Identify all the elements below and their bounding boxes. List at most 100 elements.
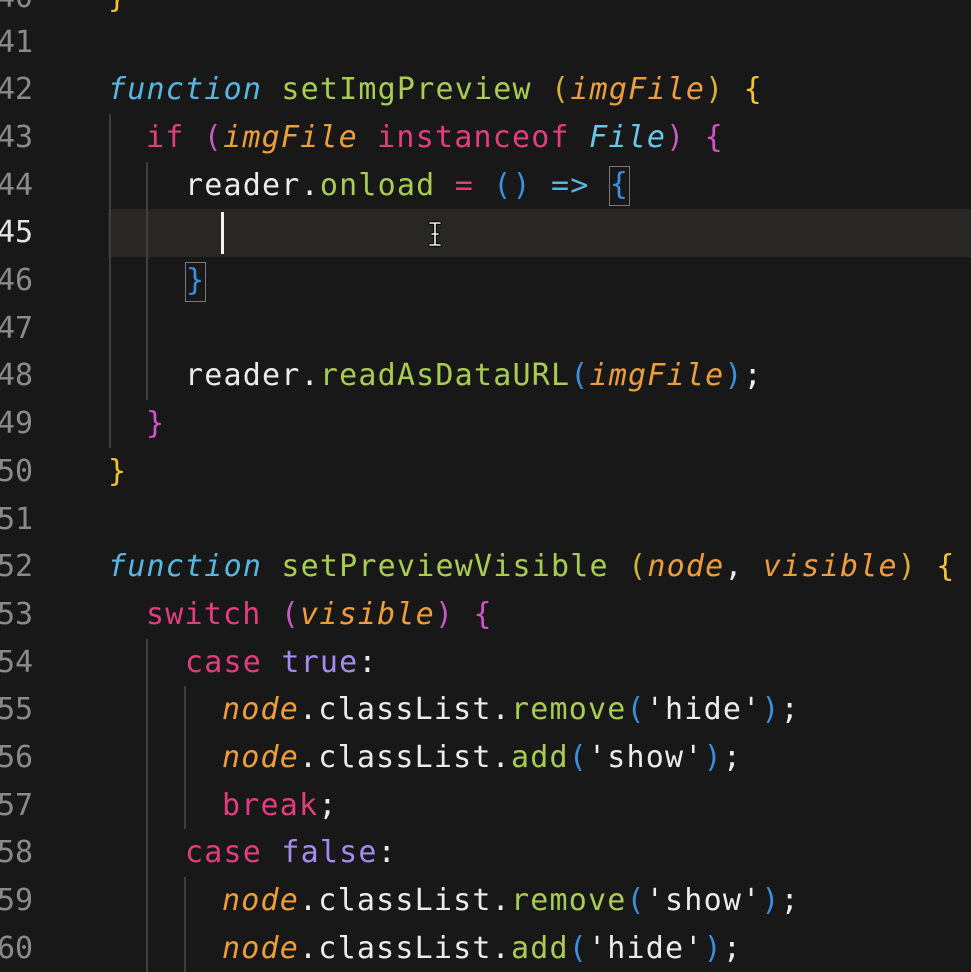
code-text[interactable]: reader.onload = () => {	[185, 162, 631, 210]
code-line-41[interactable]: 41	[0, 19, 971, 67]
code-text[interactable]: break;	[222, 782, 338, 830]
code-token: }	[108, 453, 128, 489]
code-token: =	[454, 167, 474, 203]
code-token: 'show'	[645, 883, 762, 919]
code-line-52[interactable]: 52 function setPreviewVisible (node, visi…	[0, 543, 971, 591]
code-text[interactable]: function setImgPreview (imgFile) {	[108, 66, 763, 114]
code-token: )	[666, 119, 686, 155]
code-token: )	[724, 358, 744, 394]
code-line-49[interactable]: 49}	[0, 400, 971, 448]
code-token: onload	[319, 167, 436, 203]
current-line-highlight	[108, 209, 971, 257]
code-line-50[interactable]: 50}	[0, 448, 971, 496]
line-number: 52	[0, 549, 34, 585]
code-token: .	[300, 358, 320, 394]
code-token: add	[510, 740, 569, 775]
matched-bracket: }	[185, 261, 207, 302]
line-number: 45	[0, 215, 34, 251]
line-number: 58	[0, 835, 34, 871]
line-number: 54	[0, 644, 34, 680]
code-token: ;	[318, 787, 338, 823]
code-token: {	[743, 72, 763, 108]
line-number: 55	[0, 692, 34, 728]
code-token: (	[628, 549, 648, 585]
code-text[interactable]: node.classList.add('hide');	[222, 925, 742, 972]
code-text[interactable]: reader.readAsDataURL(imgFile);	[185, 352, 763, 400]
code-text[interactable]: case false:	[185, 829, 397, 877]
code-token: {	[704, 119, 724, 155]
code-line-53[interactable]: 53 switch (visible) {	[0, 591, 971, 639]
code-token: {	[473, 596, 493, 632]
code-token: )	[897, 549, 918, 585]
code-token: )	[434, 596, 455, 632]
code-token: setPreviewVisible	[281, 549, 609, 585]
code-line-51[interactable]: 51	[0, 496, 971, 544]
indent-guide	[146, 161, 148, 401]
indent-guide	[109, 113, 111, 448]
code-token: :	[358, 644, 378, 680]
code-token: reader	[185, 358, 301, 394]
code-token: setImgPreview	[281, 72, 532, 108]
code-token: )	[761, 692, 781, 728]
code-token: ;	[722, 740, 743, 775]
line-number: 56	[0, 740, 34, 775]
code-token: ;	[743, 358, 763, 394]
line-number: 47	[0, 310, 34, 346]
code-token: (	[570, 358, 590, 394]
indent-guide	[184, 877, 186, 972]
line-number: 59	[0, 883, 34, 919]
matched-bracket: {	[608, 166, 631, 207]
line-number: 49	[0, 406, 34, 442]
code-token: add	[510, 930, 569, 966]
code-text[interactable]: node.classList.remove('show');	[222, 877, 800, 925]
code-line-43[interactable]: 43 if (imgFile instanceof File) {	[0, 114, 971, 162]
code-token: ;	[780, 692, 800, 728]
line-number: 46	[0, 263, 34, 298]
code-token: instanceof	[377, 119, 570, 155]
line-number: 42	[0, 72, 34, 108]
code-text[interactable]: if (imgFile instanceof File) {	[146, 114, 724, 162]
code-token: (	[568, 930, 588, 966]
code-token: node	[222, 692, 300, 728]
code-token: imgFile	[589, 358, 725, 394]
code-token: =>	[551, 167, 590, 203]
code-line-42[interactable]: 42 function setImgPreview (imgFile) {	[0, 66, 971, 114]
code-token: :	[377, 835, 397, 871]
code-text[interactable]: }	[185, 257, 207, 305]
indent-guide	[184, 686, 186, 830]
code-token: imgFile	[223, 119, 358, 155]
code-text[interactable]: node.classList.add('show');	[222, 734, 742, 782]
code-token: (	[203, 119, 224, 155]
code-text[interactable]: node.classList.remove('hide');	[222, 686, 800, 734]
ibeam-cursor-icon	[428, 221, 442, 248]
code-text[interactable]: }	[146, 400, 165, 448]
code-token: node	[222, 930, 300, 966]
code-token: )	[703, 740, 723, 775]
text-caret	[221, 212, 224, 255]
line-number: 48	[0, 358, 34, 394]
code-token: )	[703, 930, 723, 966]
code-token: ;	[780, 883, 800, 919]
line-number: 44	[0, 167, 34, 203]
code-text[interactable]: }	[108, 448, 127, 496]
code-text[interactable]: switch (visible) {	[146, 591, 493, 639]
code-token: File	[589, 119, 667, 155]
line-number: 60	[0, 930, 34, 966]
code-text[interactable]: function setPreviewVisible (node, visibl…	[108, 543, 956, 591]
code-token: )	[761, 883, 781, 919]
code-token: (	[626, 883, 646, 919]
code-token: function	[108, 72, 263, 108]
code-text[interactable]: case true:	[185, 639, 378, 687]
code-editor[interactable]: 40 } 4142function setImgPreview (imgFile…	[0, 0, 971, 972]
